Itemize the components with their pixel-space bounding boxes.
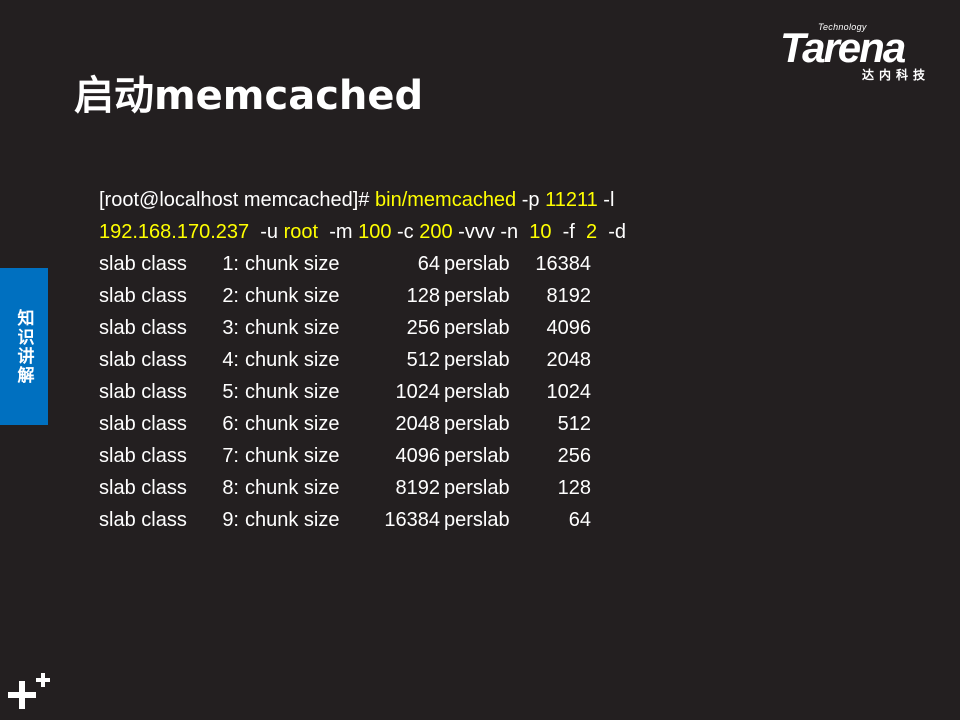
chunk-label: chunk size <box>245 349 340 371</box>
perslab-count: 4096 <box>546 317 592 339</box>
chunk-label: chunk size <box>245 445 340 467</box>
chunk-size-value: 1024 <box>395 381 441 403</box>
slab-index: 6: <box>222 413 239 435</box>
chunk-size-value: 2048 <box>395 413 441 435</box>
factor-flag: -f <box>551 221 586 243</box>
terminal-output: [root@localhost memcached]# bin/memcache… <box>99 184 626 536</box>
slab-row: slab class 7: chunk size 4096 perslab 256 <box>99 440 626 472</box>
command-line-2: 192.168.170.237 -u root -m 100 -c 200 -v… <box>99 216 626 248</box>
chunk-label: chunk size <box>245 509 340 531</box>
slab-index: 2: <box>222 285 239 307</box>
command-line-1: [root@localhost memcached]# bin/memcache… <box>99 184 626 216</box>
memory-value: 100 <box>358 221 392 243</box>
slab-row: slab class 1: chunk size 64 perslab 16384 <box>99 248 626 280</box>
conn-value: 200 <box>419 221 453 243</box>
listen-flag: -l <box>597 189 615 211</box>
chunk-size-value: 128 <box>406 285 440 307</box>
chunk-size-value: 4096 <box>395 445 441 467</box>
slab-label: slab class <box>99 381 187 403</box>
perslab-label: perslab <box>444 413 510 435</box>
slab-class-list: slab class 1: chunk size 64 perslab 16384 slab… <box>99 248 626 536</box>
page-title: 启动memcached <box>74 73 424 119</box>
slab-row: slab class 6: chunk size 2048 perslab 512 <box>99 408 626 440</box>
perslab-label: perslab <box>444 349 510 371</box>
perslab-label: perslab <box>444 317 510 339</box>
logo-chinese-text: 达内科技 <box>862 68 931 82</box>
perslab-label: perslab <box>444 477 510 499</box>
slab-index: 4: <box>222 349 239 371</box>
chunk-size-value: 8192 <box>395 477 441 499</box>
chunk-size-value: 256 <box>406 317 440 339</box>
chunk-label: chunk size <box>245 317 340 339</box>
side-tab-label: 知识讲解 <box>13 308 34 385</box>
chunk-size-value: 64 <box>417 253 440 275</box>
perslab-label: perslab <box>444 445 510 467</box>
perslab-count: 1024 <box>546 381 592 403</box>
port-value: 11211 <box>545 189 598 211</box>
slab-index: 1: <box>222 253 239 275</box>
slab-label: slab class <box>99 477 187 499</box>
perslab-count: 64 <box>568 509 591 531</box>
slab-label: slab class <box>99 317 187 339</box>
chunk-size-value: 16384 <box>384 509 440 531</box>
slab-index: 9: <box>222 509 239 531</box>
slab-row: slab class 3: chunk size 256 perslab 4096 <box>99 312 626 344</box>
slab-label: slab class <box>99 509 187 531</box>
chunk-label: chunk size <box>245 413 340 435</box>
conn-flag: -c <box>391 221 420 243</box>
chunk-label: chunk size <box>245 477 340 499</box>
user-flag: -u <box>249 221 284 243</box>
side-section-tab: 知识讲解 <box>0 268 48 425</box>
slab-index: 7: <box>222 445 239 467</box>
binary-path: bin/memcached <box>375 189 517 211</box>
chunk-size-value: 512 <box>406 349 440 371</box>
slab-label: slab class <box>99 285 187 307</box>
perslab-label: perslab <box>444 509 510 531</box>
user-value: root <box>283 221 319 243</box>
perslab-count: 512 <box>557 413 591 435</box>
slab-row: slab class 4: chunk size 512 perslab 2048 <box>99 344 626 376</box>
slab-row: slab class 9: chunk size 16384 perslab 64 <box>99 504 626 536</box>
chunk-label: chunk size <box>245 253 340 275</box>
ip-value: 192.168.170.237 <box>99 221 250 243</box>
chunk-label: chunk size <box>245 285 340 307</box>
slab-label: slab class <box>99 349 187 371</box>
perslab-label: perslab <box>444 285 510 307</box>
perslab-label: perslab <box>444 253 510 275</box>
plus-plus-icon <box>8 673 50 709</box>
slab-index: 8: <box>222 477 239 499</box>
perslab-label: perslab <box>444 381 510 403</box>
shell-prompt: [root@localhost memcached]# <box>99 189 375 211</box>
slab-index: 3: <box>222 317 239 339</box>
slab-row: slab class 8: chunk size 8192 perslab 128 <box>99 472 626 504</box>
tarena-logo: Technology Tarena 达内科技 <box>780 22 950 82</box>
verbose-n-flags: -vvv -n <box>452 221 530 243</box>
chunk-label: chunk size <box>245 381 340 403</box>
slab-index: 5: <box>222 381 239 403</box>
port-flag: -p <box>516 189 546 211</box>
slab-label: slab class <box>99 253 187 275</box>
n-value: 10 <box>529 221 552 243</box>
perslab-count: 256 <box>557 445 591 467</box>
memory-flag: -m <box>318 221 359 243</box>
slab-row: slab class 2: chunk size 128 perslab 8192 <box>99 280 626 312</box>
perslab-count: 128 <box>557 477 591 499</box>
slab-label: slab class <box>99 413 187 435</box>
perslab-count: 16384 <box>535 253 591 275</box>
logo-wordmark: Tarena <box>780 24 906 71</box>
perslab-count: 2048 <box>546 349 592 371</box>
daemon-flag: -d <box>597 221 627 243</box>
slab-label: slab class <box>99 445 187 467</box>
factor-value: 2 <box>585 221 598 243</box>
slab-row: slab class 5: chunk size 1024 perslab 1024 <box>99 376 626 408</box>
perslab-count: 8192 <box>546 285 592 307</box>
